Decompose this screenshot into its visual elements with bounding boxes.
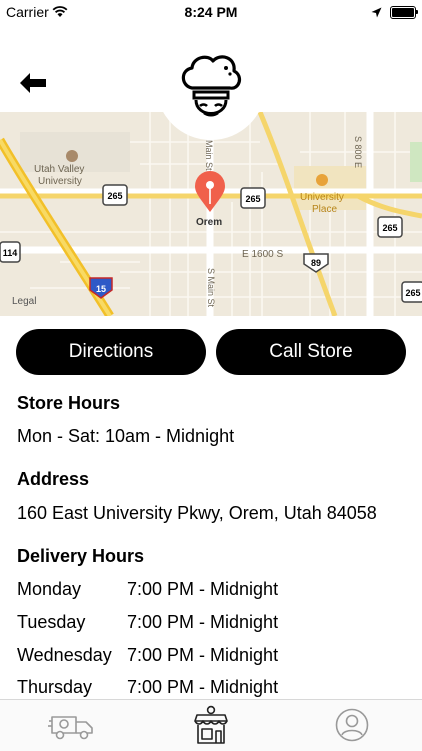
delivery-day: Tuesday (17, 612, 86, 632)
map-label-university-place: University (300, 192, 344, 203)
profile-icon (335, 708, 369, 742)
delivery-row: Thursday 7:00 PM - Midnight (17, 677, 417, 701)
delivery-time: 7:00 PM - Midnight (127, 579, 279, 599)
delivery-day: Thursday (17, 677, 93, 697)
delivery-row: Tuesday 7:00 PM - Midnight (17, 612, 417, 636)
location-arrow-icon (371, 5, 382, 21)
route-shield-265c-label: 265 (382, 223, 397, 233)
delivery-time: 7:00 PM - Midnight (127, 677, 279, 697)
university-icon (66, 150, 78, 162)
tab-profile[interactable] (322, 704, 382, 746)
map-label-orem: Orem (196, 217, 222, 228)
battery-icon (390, 6, 418, 19)
store-hours-text: Mon - Sat: 10am - Midnight (17, 426, 235, 446)
map-legal-link[interactable]: Legal (12, 296, 36, 307)
directions-button[interactable]: Directions (16, 329, 206, 375)
route-shield-265a-label: 265 (107, 191, 122, 201)
route-shield-265d-label: 265 (405, 288, 420, 298)
delivery-time: 7:00 PM - Midnight (127, 612, 279, 632)
map-label-uvu-2: University (38, 176, 82, 187)
delivery-day: Wednesday (17, 645, 112, 665)
chef-logo-icon (178, 52, 244, 126)
map-label-main-st-s: S Main St (206, 268, 216, 308)
map-label-s800: S 800 E (353, 136, 363, 168)
store-icon (194, 705, 228, 744)
route-shield-265b-label: 265 (245, 194, 260, 204)
route-shield-114-label: 114 (3, 248, 18, 258)
delivery-row: Wednesday 7:00 PM - Midnight (17, 645, 417, 669)
map-label-university-place-2: Place (312, 204, 337, 215)
delivery-row: Monday 7:00 PM - Midnight (17, 579, 417, 603)
status-bar: Carrier 8:24 PM (0, 0, 422, 24)
map-label-main-st-n: Main St (204, 140, 214, 171)
map-label-uvu: Utah Valley (34, 164, 84, 175)
delivery-day: Monday (17, 579, 82, 599)
clock: 8:24 PM (184, 4, 238, 20)
back-button[interactable] (18, 72, 52, 98)
address-title: Address (17, 469, 90, 489)
delivery-hours-title: Delivery Hours (17, 546, 145, 566)
interstate-shield-15-label: 15 (96, 284, 106, 294)
tab-store[interactable] (181, 704, 241, 746)
tab-delivery[interactable] (42, 704, 102, 746)
map-view[interactable]: Utah Valley University Orem E 1600 S Leg… (0, 112, 422, 316)
delivery-time: 7:00 PM - Midnight (127, 645, 279, 665)
tab-bar (0, 699, 422, 751)
call-store-button[interactable]: Call Store (216, 329, 406, 375)
delivery-truck-icon (48, 716, 93, 740)
shopping-icon (316, 174, 328, 186)
store-hours-title: Store Hours (17, 393, 121, 413)
arrow-left-icon (20, 73, 46, 93)
us-route-shield-89-label: 89 (311, 258, 321, 268)
address-text[interactable]: 160 East University Pkwy, Orem, Utah 840… (17, 503, 377, 524)
map-label-e1600: E 1600 S (242, 249, 283, 260)
